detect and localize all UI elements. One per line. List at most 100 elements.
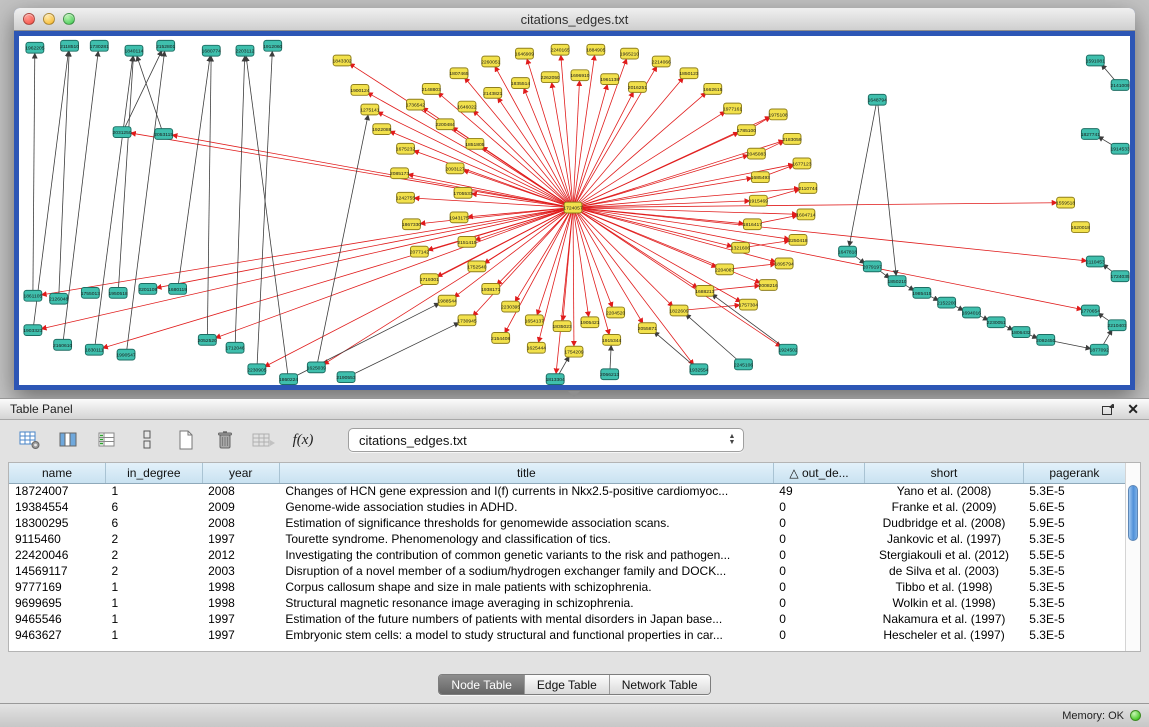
graph-node[interactable]: 1705533 — [453, 187, 472, 198]
table-cell[interactable]: 2 — [106, 563, 203, 579]
graph-node[interactable]: 1903323 — [23, 325, 42, 336]
graph-node[interactable]: 1912060 — [263, 40, 282, 51]
table-scrollbar-thumb[interactable] — [1128, 485, 1138, 541]
graph-edge[interactable] — [408, 174, 568, 206]
graph-node[interactable]: 1754209 — [564, 346, 583, 357]
table-cell[interactable]: 1 — [106, 579, 203, 595]
table-cell[interactable]: 0 — [773, 531, 864, 547]
graph-node[interactable]: 1321606 — [731, 242, 750, 253]
graph-edge[interactable] — [577, 210, 781, 347]
row-height-icon[interactable] — [135, 429, 159, 451]
table-cell[interactable]: Disruption of a novel member of a sodium… — [279, 563, 773, 579]
graph-node[interactable]: 1625039 — [307, 362, 326, 373]
graph-node[interactable]: 1275141 — [360, 104, 379, 115]
table-cell[interactable]: 0 — [773, 515, 864, 531]
graph-node[interactable]: 2262050 — [541, 72, 560, 83]
graph-edge[interactable] — [246, 57, 288, 376]
delete-column-icon[interactable] — [213, 429, 237, 451]
column-header[interactable]: year — [202, 463, 279, 483]
graph-node[interactable]: 1604714 — [796, 209, 815, 220]
show-columns-icon[interactable] — [57, 429, 81, 451]
graph-node[interactable]: 2141009 — [1110, 80, 1129, 91]
graph-node[interactable]: 1724035 — [1110, 271, 1129, 282]
graph-node[interactable]: 1813304 — [546, 374, 565, 385]
select-rows-icon[interactable] — [96, 429, 120, 451]
graph-edge[interactable] — [757, 215, 797, 223]
graph-node[interactable]: 2154408 — [491, 333, 510, 344]
graph-node[interactable]: 1785100 — [737, 125, 756, 136]
table-cell[interactable]: 0 — [773, 595, 864, 611]
table-cell[interactable]: Structural magnetic resonance image aver… — [279, 595, 773, 611]
table-row[interactable]: 2242004622012Investigating the contribut… — [9, 547, 1125, 563]
graph-edge[interactable] — [351, 323, 459, 376]
graph-edge[interactable] — [33, 54, 35, 292]
graph-node[interactable]: 2152200 — [937, 297, 956, 308]
graph-node[interactable]: 1915469 — [749, 195, 768, 206]
graph-node[interactable]: 1719301 — [420, 274, 439, 285]
window-titlebar[interactable]: citations_edges.txt — [14, 8, 1135, 31]
close-window-icon[interactable] — [23, 13, 35, 25]
graph-node[interactable]: 2151415 — [457, 236, 476, 247]
graph-edge[interactable] — [577, 209, 740, 301]
table-cell[interactable]: 6 — [106, 499, 203, 515]
graph-node[interactable]: 2210403 — [1108, 320, 1127, 331]
table-cell[interactable]: 22420046 — [9, 547, 106, 563]
graph-node[interactable]: 1961138 — [600, 74, 619, 85]
table-row[interactable]: 946554611997Estimation of the future num… — [9, 611, 1125, 627]
graph-node[interactable]: 2160610 — [53, 339, 72, 350]
graph-node[interactable]: 1685493 — [751, 172, 770, 183]
table-cell[interactable]: Embryonic stem cells: a model to study s… — [279, 627, 773, 643]
new-column-icon[interactable] — [174, 429, 198, 451]
graph-node[interactable]: 1840114 — [125, 45, 144, 56]
graph-edge[interactable] — [118, 57, 133, 289]
graph-node[interactable]: 1985415 — [912, 287, 931, 298]
graph-node[interactable]: 1724057 — [563, 202, 582, 213]
graph-node[interactable]: 2245106 — [734, 359, 753, 370]
graph-node[interactable]: 1646022 — [457, 101, 476, 112]
graph-node[interactable]: 1867330 — [402, 219, 421, 230]
table-selector-dropdown[interactable]: citations_edges.txt ▲▼ — [348, 428, 744, 452]
graph-node[interactable]: 1884905 — [586, 44, 605, 55]
graph-node[interactable]: 1807465 — [449, 68, 468, 79]
table-cell[interactable]: 1997 — [202, 531, 279, 547]
table-cell[interactable]: 5.6E-5 — [1023, 499, 1125, 515]
graph-node[interactable]: 1977161 — [723, 103, 742, 114]
graph-node[interactable]: 1990547 — [116, 349, 135, 360]
close-panel-icon[interactable]: ✕ — [1127, 402, 1139, 416]
graph-node[interactable]: 1752540 — [467, 261, 486, 272]
graph-edge[interactable] — [849, 104, 876, 246]
table-cell[interactable]: Tibbo et al. (1998) — [865, 579, 1024, 595]
network-canvas[interactable]: 1724057184330219001241275141192208816752… — [19, 36, 1130, 385]
graph-edge[interactable] — [137, 56, 162, 130]
zoom-window-icon[interactable] — [63, 13, 75, 25]
graph-edge[interactable] — [573, 211, 574, 345]
graph-node[interactable]: 1943175 — [449, 212, 468, 223]
table-cell[interactable]: 1 — [106, 611, 203, 627]
graph-node[interactable]: 1932554 — [689, 364, 708, 375]
graph-edge[interactable] — [495, 67, 571, 205]
graph-edge[interactable] — [577, 112, 725, 206]
function-builder-icon[interactable]: f(x) — [291, 429, 315, 451]
graph-edge[interactable] — [878, 104, 896, 276]
table-cell[interactable]: 1998 — [202, 579, 279, 595]
graph-node[interactable]: 2093127 — [445, 163, 464, 174]
graph-edge[interactable] — [575, 92, 633, 204]
column-header[interactable]: title — [279, 463, 773, 483]
table-cell[interactable]: 5.3E-5 — [1023, 563, 1125, 579]
table-cell[interactable]: 9115460 — [9, 531, 106, 547]
graph-node[interactable]: 1975108 — [769, 109, 788, 120]
graph-edge[interactable] — [1051, 341, 1091, 349]
table-cell[interactable]: 19384554 — [9, 499, 106, 515]
graph-edge[interactable] — [475, 209, 568, 240]
table-cell[interactable]: 1997 — [202, 611, 279, 627]
graph-node[interactable]: 2260051 — [481, 56, 500, 67]
table-row[interactable]: 911546021997Tourette syndrome. Phenomeno… — [9, 531, 1125, 547]
column-header[interactable]: pagerank — [1023, 463, 1125, 483]
table-cell[interactable]: 5.3E-5 — [1023, 595, 1125, 611]
table-row[interactable]: 1830029562008Estimation of significance … — [9, 515, 1125, 531]
graph-node[interactable]: 1736542 — [406, 99, 425, 110]
graph-node[interactable]: 1843302 — [332, 55, 351, 66]
graph-node[interactable]: 1905421 — [580, 317, 599, 328]
graph-edge[interactable] — [468, 208, 568, 217]
column-header[interactable]: short — [865, 463, 1024, 483]
